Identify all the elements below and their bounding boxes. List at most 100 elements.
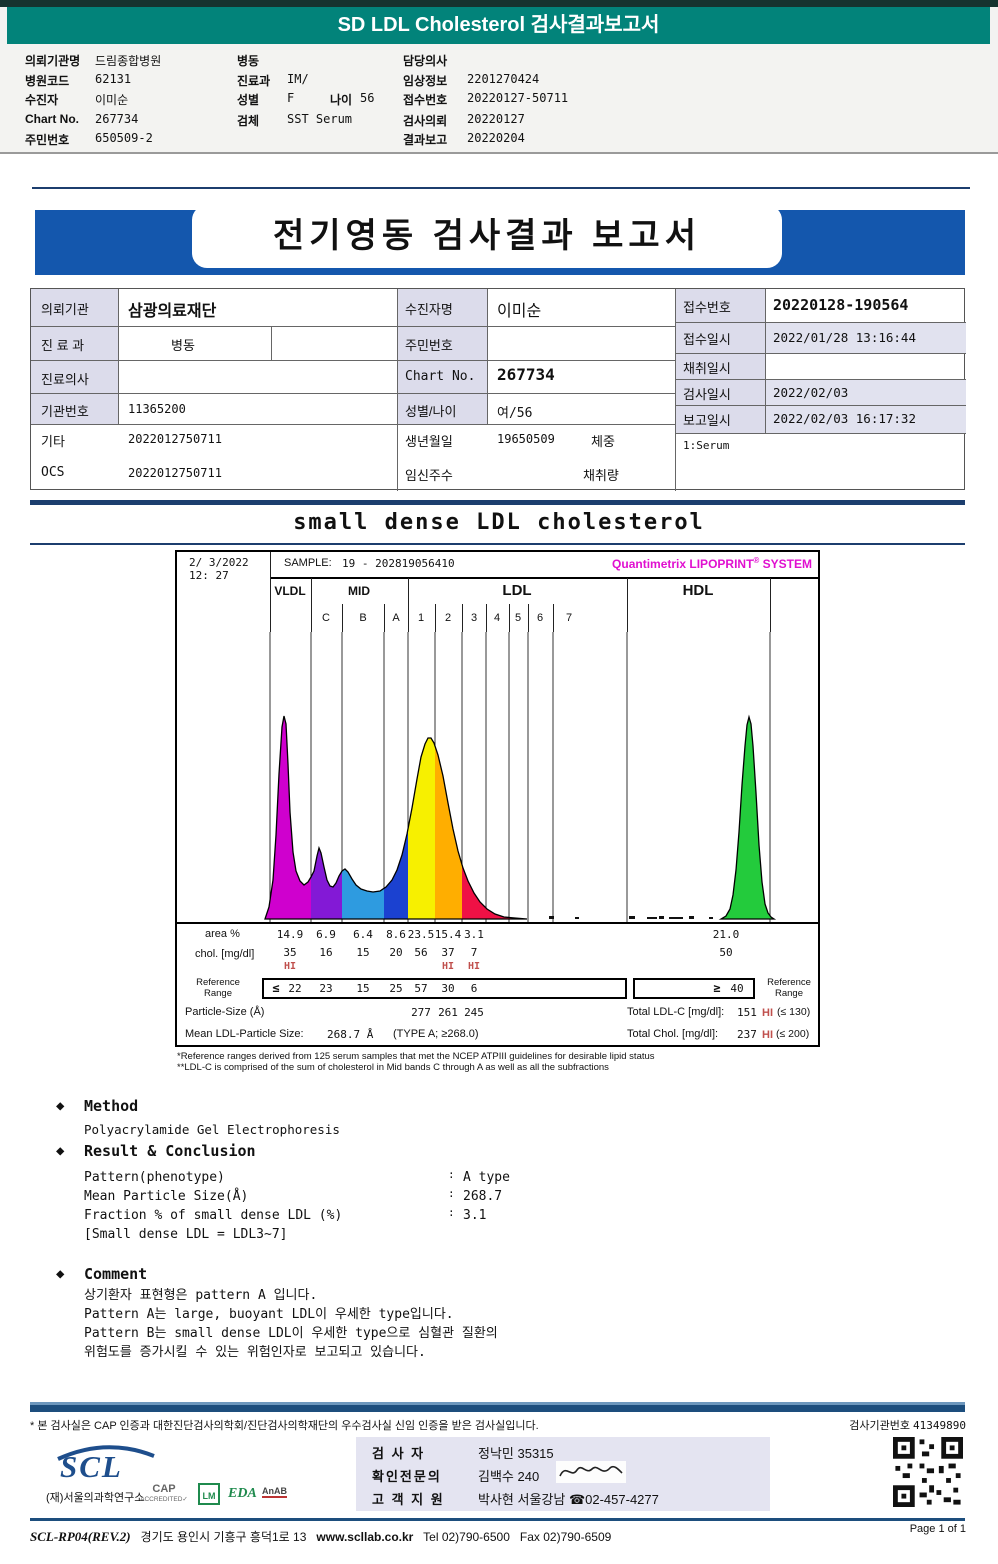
grid-line [487, 289, 488, 424]
label-accession-no: 접수번호 [683, 300, 731, 315]
chol-value: 35 [283, 946, 297, 959]
grid-line [118, 289, 119, 424]
field-resident-no: 주민번호 650509-2 [25, 131, 153, 147]
value-chart-no: 267734 [497, 365, 555, 384]
label-weight: 체중 [591, 434, 615, 449]
label-collected-at: 채취일시 [683, 361, 731, 376]
accreditation-note: * 본 검사실은 CAP 인증과 대한진단검사의학회/진단검사의학재단의 우수검… [30, 1420, 539, 1432]
ref-ge: ≥ [713, 981, 721, 995]
mean-value: 268.7 Å [327, 1028, 374, 1041]
ref-value: 25 [389, 982, 403, 995]
baseline-marks [549, 916, 713, 919]
org-number: 검사기관번호 41349890 [849, 1419, 966, 1432]
band-line [311, 578, 312, 632]
footnote-2: **LDL-C is comprised of the sum of chole… [177, 1062, 609, 1073]
signature-panel: 검 사 자 정낙민 35315 확인전문의 김백수 240 고 객 지 원 박사… [356, 1437, 770, 1511]
value-tested-at: 2022/02/03 [773, 385, 849, 400]
reference-label-left: Reference Range [196, 977, 240, 999]
area-value: 6.4 [353, 928, 373, 941]
hi-flag: HI [762, 1029, 773, 1041]
report-title: SD LDL Cholesterol 검사결과보고서 [337, 14, 660, 36]
band-line [486, 604, 487, 632]
value-patient-name: 이미순 [497, 303, 542, 320]
doc-code: SCL-RP04(REV.2) [30, 1529, 131, 1544]
electrophoresis-title: 전기영동 검사결과 보고서 [192, 205, 782, 268]
ref-value: 15 [356, 982, 370, 995]
chart-time: 12: 27 [189, 569, 229, 582]
field-doctor: 담당의사 [403, 54, 448, 68]
ref-le: ≤ [272, 981, 280, 995]
eda-logo: EDA [228, 1486, 257, 1501]
total-chol-ref: (≤ 200) [776, 1028, 810, 1040]
label-attending-doctor: 진료의사 [41, 372, 89, 387]
result-conclusion-heading: Result & Conclusion [84, 1142, 256, 1160]
result-pattern-label: Pattern(phenotype) [84, 1170, 225, 1185]
area-value: 23.5 [407, 928, 435, 941]
area-value: 3.1 [464, 928, 484, 941]
ref-value: 6 [470, 982, 478, 995]
sample-label: SAMPLE: [284, 557, 332, 569]
chol-value: 16 [319, 946, 333, 959]
field-department: 진료과 IM/ [237, 72, 309, 88]
mean-type: (TYPE A; ≥268.0) [393, 1028, 479, 1040]
area-value: 15.4 [434, 928, 462, 941]
label-chart-no: Chart No. [405, 369, 476, 384]
field-hospital-code: 병원코드 62131 [25, 72, 132, 88]
field-report-date: 결과보고 20220204 [403, 131, 525, 147]
grid-line [31, 326, 675, 327]
lm-logo: LM [198, 1483, 220, 1505]
field-chart-no: Chart No. 267734 [25, 112, 139, 126]
lipoprint-brand: Quantimetrix LIPOPRINT® SYSTEM [612, 556, 812, 571]
field-patient: 수진자 이미순 [25, 93, 129, 107]
particle-value: 277 [411, 1006, 431, 1019]
ref-value: 23 [319, 982, 333, 995]
field-receipt-no: 접수번호 20220127-50711 [403, 91, 569, 107]
chol-row-label: chol. [mg/dl] [195, 948, 255, 960]
value-org-no: 11365200 [128, 402, 186, 416]
result-size-value: 268.7 [463, 1189, 503, 1204]
chart-date: 2/ 3/2022 [189, 556, 249, 569]
band-line [435, 604, 436, 632]
total-ldl-ref: (≤ 130) [777, 1006, 811, 1018]
colon: : [448, 1187, 455, 1200]
divider [30, 543, 965, 545]
field-sex-age: 성별 F 나이 56 [237, 91, 375, 107]
area-value: 14.9 [276, 928, 304, 941]
sub-band-7: 7 [565, 612, 573, 624]
sub-band-4: 4 [493, 612, 501, 624]
grid-line [31, 360, 675, 361]
sample-value: 19 - 202819056410 [342, 557, 455, 570]
hi-flag: HI [441, 961, 455, 972]
value-etc: 2022012750711 [128, 432, 222, 446]
mean-label: Mean LDL-Particle Size: [185, 1028, 304, 1040]
band-line [770, 578, 771, 632]
value-accession-no: 20220128-190564 [773, 296, 909, 314]
ref-hdl-value: 40 [730, 982, 744, 995]
grid-line [31, 424, 675, 425]
diamond-icon: ◆ [56, 1266, 65, 1282]
comment-line: Pattern A는 large, buoyant LDL이 우세한 type입… [84, 1307, 454, 1322]
band-vldl: VLDL [274, 584, 306, 598]
mean-row: Mean LDL-Particle Size: 268.7 Å (TYPE A;… [177, 1024, 818, 1047]
grid-line [675, 433, 966, 434]
lipoprint-chart: 2/ 3/2022 12: 27 SAMPLE: 19 - 2028190564… [175, 550, 820, 1047]
registered-mark: ® [753, 556, 760, 565]
value-serum: 1:Serum [683, 439, 730, 452]
chol-value: 7 [470, 946, 478, 959]
grid-line [675, 405, 966, 406]
total-ldl-label: Total LDL-C [mg/dl]: [627, 1006, 725, 1018]
examiner-label: 검 사 자 [372, 1446, 426, 1461]
comment-heading: Comment [84, 1265, 148, 1283]
footnote-1: *Reference ranges derived from 125 serum… [177, 1051, 655, 1062]
value-request-org: 삼광의료재단 [128, 303, 217, 320]
sub-band-1: 1 [417, 612, 425, 624]
particle-value: 261 [438, 1006, 458, 1019]
band-ldl: LDL [502, 582, 532, 599]
page-number: Page 1 of 1 [909, 1523, 966, 1535]
bottom-divider [30, 1518, 965, 1521]
sub-band-5: 5 [514, 612, 522, 624]
reference-row: Reference Range ≤ 22 23 15 25 57 30 6 ≥ … [177, 976, 818, 1002]
sample-row: SAMPLE: 19 - 202819056410 Quantimetrix L… [270, 552, 818, 579]
examiner-value: 정낙민 35315 [478, 1446, 554, 1461]
label-etc: 기타 [41, 434, 65, 449]
